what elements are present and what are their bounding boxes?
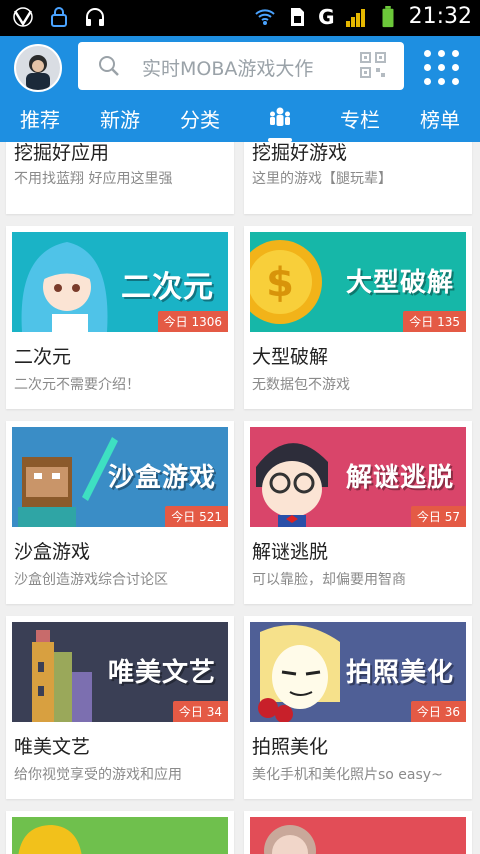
tab-recommend[interactable]: 推荐 bbox=[20, 104, 60, 133]
blocky-character-illustration bbox=[18, 437, 118, 527]
tab-columns[interactable]: 专栏 bbox=[340, 104, 380, 133]
grid-menu-icon[interactable] bbox=[424, 50, 460, 86]
card-title: 挖掘好游戏 bbox=[252, 142, 348, 164]
card-desc: 可以靠脸，却偏要用智商 bbox=[252, 572, 406, 588]
category-card[interactable]: 拍照美化 今日 36 拍照美化 美化手机和美化照片so easy~ bbox=[244, 616, 472, 799]
category-card[interactable] bbox=[244, 811, 472, 854]
character-illustration bbox=[264, 825, 316, 854]
card-banner bbox=[12, 817, 228, 854]
card-banner: 解谜逃脱 今日 57 bbox=[250, 427, 466, 527]
tab-bar: 推荐 新游 分类 专栏 榜单 bbox=[0, 98, 480, 142]
card-banner: 拍照美化 今日 36 bbox=[250, 622, 466, 722]
svg-text:$: $ bbox=[266, 260, 294, 306]
hardhat-illustration bbox=[18, 825, 82, 854]
category-card[interactable]: 二次元 今日 1306 二次元 二次元不需要介绍！ bbox=[6, 226, 234, 409]
card-title: 解谜逃脱 bbox=[252, 541, 329, 563]
today-count-badge: 今日 521 bbox=[165, 506, 228, 527]
network-type: G bbox=[318, 4, 335, 29]
card-banner: 二次元 今日 1306 bbox=[12, 232, 228, 332]
banner-text: 拍照美化 bbox=[345, 658, 454, 688]
search-icon bbox=[99, 56, 119, 76]
monument-tower-illustration bbox=[32, 630, 92, 722]
banner-text: 二次元 bbox=[121, 270, 214, 305]
card-desc: 给你视觉享受的游戏和应用 bbox=[14, 767, 182, 783]
detective-illustration bbox=[256, 443, 328, 527]
tab-community[interactable] bbox=[268, 106, 292, 135]
card-desc: 沙盒创造游戏综合讨论区 bbox=[14, 572, 168, 588]
card-banner bbox=[250, 817, 466, 854]
category-card[interactable]: $ 大型破解 今日 135 大型破解 无数据包不游戏 bbox=[244, 226, 472, 409]
category-card[interactable]: 解谜逃脱 今日 57 解谜逃脱 可以靠脸，却偏要用智商 bbox=[244, 421, 472, 604]
card-desc: 这里的游戏【腿玩辈】 bbox=[252, 171, 392, 187]
card-title: 沙盒游戏 bbox=[14, 541, 91, 563]
tab-categories[interactable]: 分类 bbox=[180, 104, 220, 133]
category-card[interactable] bbox=[6, 811, 234, 854]
qr-scan-icon[interactable] bbox=[360, 52, 386, 78]
people-icon bbox=[270, 107, 290, 126]
tab-rankings[interactable]: 榜单 bbox=[420, 104, 460, 133]
battery-icon bbox=[382, 5, 394, 27]
cartoon-face-illustration bbox=[258, 624, 340, 722]
today-count-badge: 今日 36 bbox=[410, 701, 466, 722]
category-card[interactable]: 唯美文艺 今日 34 唯美文艺 给你视觉享受的游戏和应用 bbox=[6, 616, 234, 799]
notification-v-icon bbox=[13, 7, 33, 27]
avatar[interactable] bbox=[14, 44, 62, 92]
today-count-badge: 今日 57 bbox=[410, 506, 466, 527]
card-desc: 二次元不需要介绍！ bbox=[14, 377, 140, 393]
card-title: 大型破解 bbox=[252, 346, 329, 368]
clock: 21:32 bbox=[408, 4, 472, 29]
today-count-badge: 今日 1306 bbox=[157, 311, 228, 332]
card-banner: $ 大型破解 今日 135 bbox=[250, 232, 466, 332]
banner-text: 唯美文艺 bbox=[107, 658, 216, 688]
category-card[interactable]: 沙盒游戏 今日 521 沙盒游戏 沙盒创造游戏综合讨论区 bbox=[6, 421, 234, 604]
category-grid: 挖掘好应用 不用找蓝翔 好应用这里强 挖掘好游戏 这里的游戏【腿玩辈】 二次元 … bbox=[0, 142, 480, 854]
today-count-badge: 今日 34 bbox=[172, 701, 228, 722]
today-count-badge: 今日 135 bbox=[403, 311, 466, 332]
card-banner: 唯美文艺 今日 34 bbox=[12, 622, 228, 722]
avatar-image bbox=[16, 46, 60, 90]
card-title: 唯美文艺 bbox=[14, 736, 91, 758]
wifi-icon bbox=[255, 8, 275, 25]
category-card[interactable]: 挖掘好应用 不用找蓝翔 好应用这里强 bbox=[6, 142, 234, 214]
headphones-icon bbox=[86, 8, 104, 26]
card-title: 拍照美化 bbox=[252, 736, 329, 758]
banner-text: 大型破解 bbox=[345, 268, 454, 298]
signal-icon bbox=[345, 8, 365, 27]
sim-icon bbox=[291, 7, 305, 26]
gold-coin-illustration: $ bbox=[250, 240, 322, 324]
category-card[interactable]: 挖掘好游戏 这里的游戏【腿玩辈】 bbox=[244, 142, 472, 214]
status-bar: G 21:32 bbox=[0, 0, 480, 36]
card-desc: 不用找蓝翔 好应用这里强 bbox=[14, 171, 173, 187]
app-bar: 实时MOBA游戏大作 推荐 新游 分类 专栏 榜单 bbox=[0, 36, 480, 142]
anime-girl-illustration bbox=[21, 242, 108, 332]
card-desc: 美化手机和美化照片so easy~ bbox=[252, 767, 443, 783]
search-bar[interactable]: 实时MOBA游戏大作 bbox=[78, 42, 404, 90]
banner-text: 解谜逃脱 bbox=[345, 463, 454, 493]
card-title: 挖掘好应用 bbox=[14, 142, 110, 164]
card-desc: 无数据包不游戏 bbox=[252, 377, 350, 393]
tab-new-games[interactable]: 新游 bbox=[100, 104, 140, 133]
banner-text: 沙盒游戏 bbox=[107, 463, 216, 493]
card-title: 二次元 bbox=[14, 346, 72, 368]
card-banner: 沙盒游戏 今日 521 bbox=[12, 427, 228, 527]
notification-lock-icon bbox=[51, 7, 67, 27]
search-placeholder: 实时MOBA游戏大作 bbox=[142, 58, 314, 80]
